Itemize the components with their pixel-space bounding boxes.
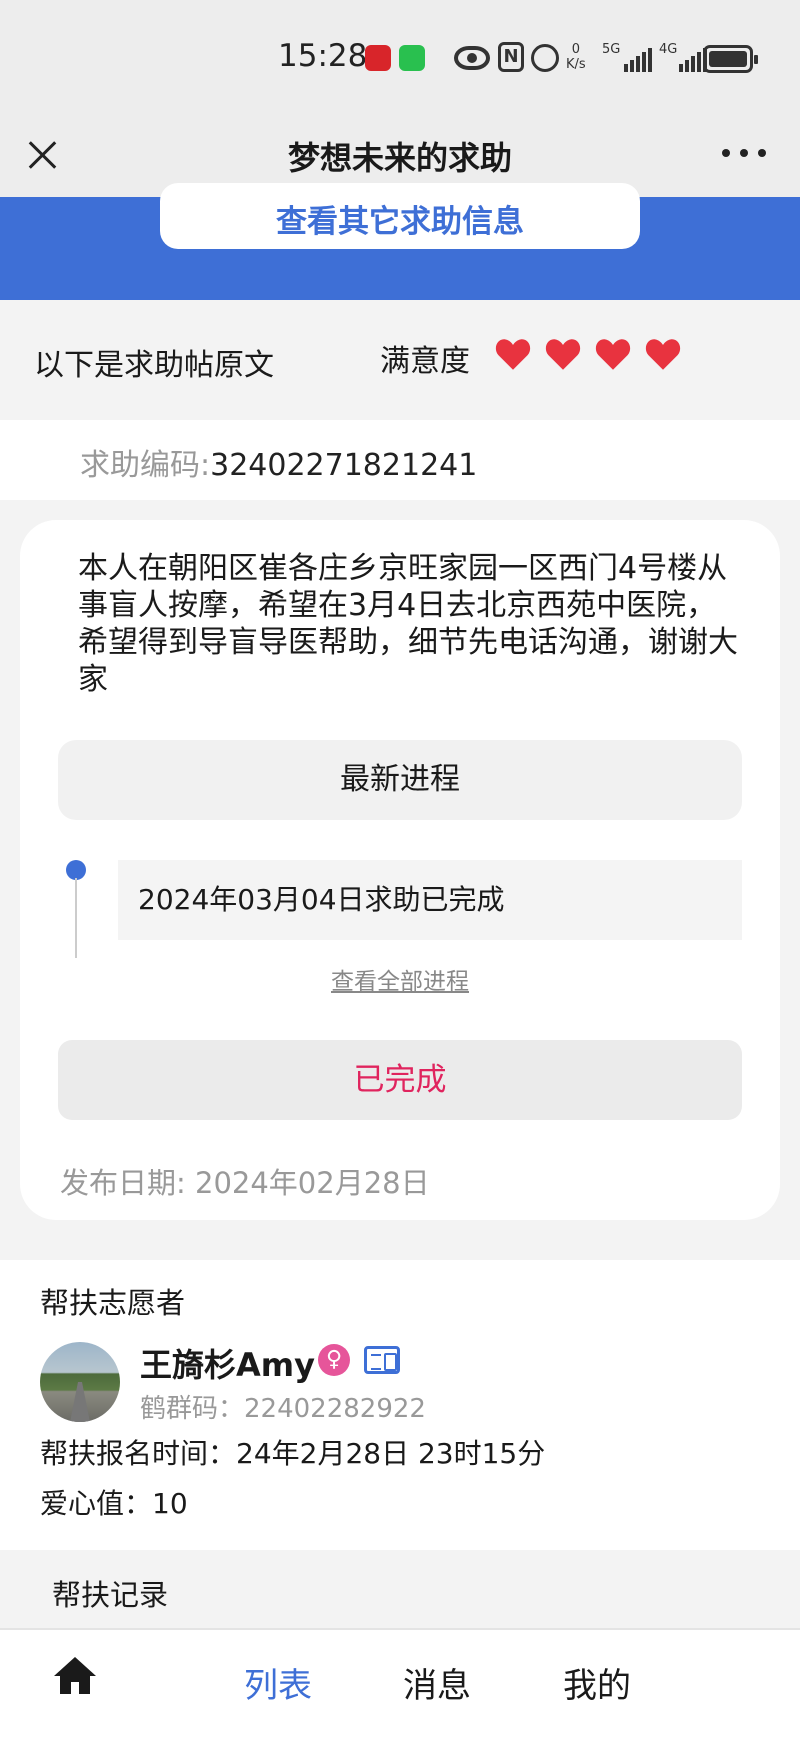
- banner: 查看其它求助信息: [0, 183, 800, 300]
- heart-icon: [595, 339, 631, 370]
- timeline-line: [75, 878, 77, 958]
- status-time: 15:28: [278, 38, 368, 74]
- more-icon[interactable]: [722, 149, 766, 161]
- volunteer-name: 王旖杉Amy: [140, 1346, 315, 1384]
- nfc-icon: N: [498, 42, 524, 72]
- satisfaction-label: 满意度: [380, 344, 470, 379]
- id-card-icon[interactable]: [364, 1346, 400, 1374]
- alarm-icon: [531, 44, 559, 72]
- tab-list[interactable]: 列表: [244, 1658, 312, 1707]
- app-red-icon: [365, 45, 391, 71]
- signup-time: 帮扶报名时间：24年2月28日 23时15分: [40, 1437, 546, 1470]
- status-bar: 15:28 N 0 K/s 5G 4G: [0, 0, 800, 115]
- view-other-requests-button[interactable]: 查看其它求助信息: [160, 183, 640, 249]
- request-code-row: 求助编码:32402271821241: [0, 420, 800, 500]
- battery-icon: [703, 45, 758, 73]
- home-icon[interactable]: [52, 1654, 98, 1696]
- signal-icon: [624, 48, 652, 72]
- request-text: 本人在朝阳区崔各庄乡京旺家园一区西门4号楼从事盲人按摩，希望在3月4日去北京西苑…: [78, 551, 738, 697]
- net-speed: 0 K/s: [566, 42, 586, 72]
- volunteer-code: 鹤群码：22402282922: [140, 1394, 426, 1424]
- request-card: 本人在朝阳区崔各庄乡京旺家园一区西门4号楼从事盲人按摩，希望在3月4日去北京西苑…: [20, 520, 780, 1220]
- page-title: 梦想未来的求助: [287, 139, 512, 177]
- help-record-section: 帮扶记录: [0, 1560, 800, 1628]
- heart-icon: [645, 339, 681, 370]
- bottom-tab-bar: 列表 消息 我的: [0, 1628, 800, 1760]
- female-icon: ♀: [318, 1344, 350, 1376]
- satisfaction-hearts: [495, 335, 681, 373]
- volunteer-section-title: 帮扶志愿者: [40, 1286, 186, 1320]
- tab-mine[interactable]: 我的: [563, 1658, 631, 1707]
- tab-messages[interactable]: 消息: [403, 1658, 471, 1707]
- love-value: 爱心值：10: [40, 1487, 188, 1520]
- status-completed-button[interactable]: 已完成: [58, 1040, 742, 1120]
- signal-4g-label: 4G: [659, 42, 678, 57]
- eye-icon: [454, 46, 490, 70]
- rating-row: 以下是求助帖原文 满意度: [0, 300, 800, 420]
- heart-icon: [545, 339, 581, 370]
- volunteer-section: 帮扶志愿者 王旖杉Amy ♀ 鹤群码：22402282922 帮扶报名时间：24…: [0, 1260, 800, 1550]
- latest-progress-header: 最新进程: [58, 740, 742, 820]
- wechat-icon: [399, 45, 425, 71]
- avatar[interactable]: [40, 1342, 120, 1422]
- timeline-dot: [66, 860, 86, 880]
- signal-5g-label: 5G: [602, 42, 621, 57]
- help-record-title: 帮扶记录: [52, 1578, 169, 1612]
- publish-date: 发布日期: 2024年02月28日: [60, 1166, 430, 1200]
- view-all-progress-link[interactable]: 查看全部进程: [20, 962, 780, 996]
- timeline-item: 2024年03月04日求助已完成: [118, 860, 742, 940]
- request-code: 求助编码:32402271821241: [80, 448, 478, 483]
- heart-icon: [495, 339, 531, 370]
- original-post-label: 以下是求助帖原文: [34, 348, 274, 383]
